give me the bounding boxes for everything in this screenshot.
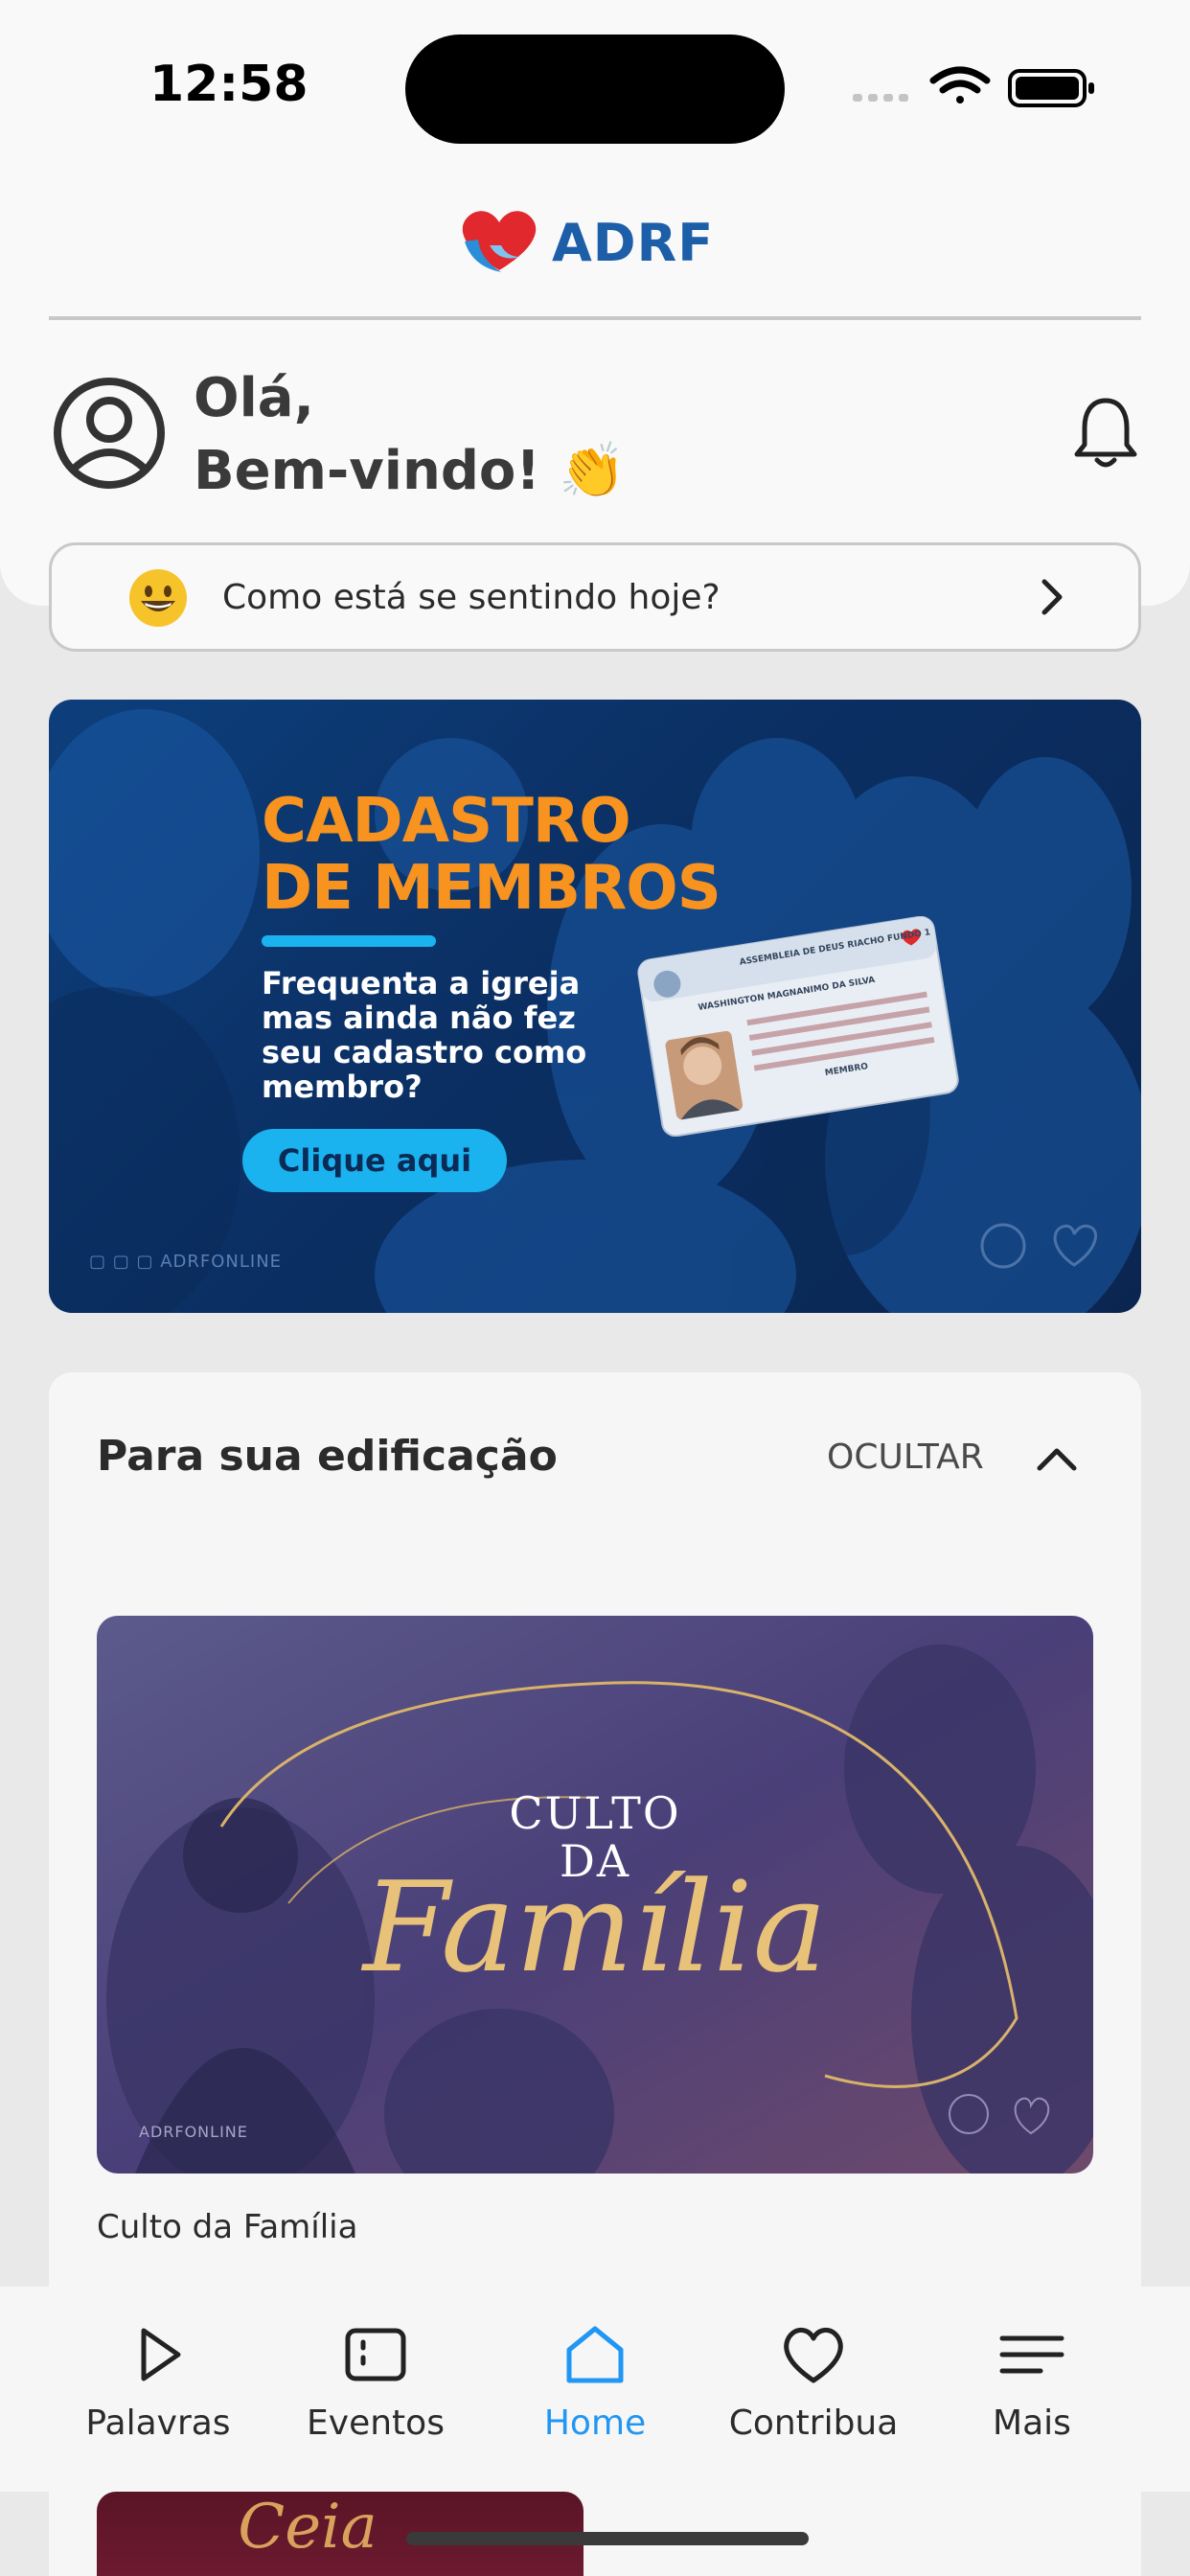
smiley-emoji-icon <box>129 569 187 627</box>
thumb-script: Família <box>361 1854 827 2000</box>
video-caption[interactable]: Culto da Família <box>97 2208 357 2246</box>
heart-icon <box>784 2328 843 2383</box>
tab-label: Eventos <box>307 2404 445 2443</box>
header-divider <box>49 316 1141 320</box>
banner-title: CADASTRO DE MEMBROS <box>262 788 721 922</box>
banner-subtitle: Frequenta a igreja mas ainda não fez seu… <box>262 965 587 1105</box>
section-title: Para sua edificação <box>97 1432 558 1481</box>
greeting: Olá, Bem-vindo! 👏 <box>194 362 626 508</box>
logo-text: ADRF <box>552 213 715 273</box>
chevron-right-icon <box>1041 579 1063 615</box>
video-thumbnail-culto-familia[interactable]: CULTO DA Família ADRFONLINE <box>97 1616 1093 2174</box>
signal-icon <box>853 94 908 102</box>
greeting-line1: Olá, <box>194 367 314 429</box>
tab-label: Palavras <box>85 2404 231 2443</box>
bottom-tab-bar: Palavras Eventos Home Contribua Mais <box>0 2287 1190 2492</box>
tab-home[interactable]: Home <box>486 2321 704 2465</box>
header: 12:58 ADRF Olá, Bem-vindo! 👏 <box>0 0 1190 606</box>
status-time: 12:58 <box>149 56 309 113</box>
tab-label: Contribua <box>728 2404 899 2443</box>
home-indicator[interactable] <box>406 2532 809 2545</box>
heart-logo-icon <box>462 211 537 272</box>
banner-social-text: ADRFONLINE <box>160 1252 283 1272</box>
tab-label: Mais <box>993 2404 1071 2443</box>
status-icons <box>853 66 1094 107</box>
banner-underline <box>262 935 436 947</box>
culto-familia-artwork: CULTO DA Família ADRFONLINE <box>97 1616 1093 2174</box>
home-icon <box>566 2326 624 2383</box>
thumb-line1: CULTO <box>509 1787 680 1839</box>
tab-contribua[interactable]: Contribua <box>704 2321 923 2465</box>
thumb-social: ADRFONLINE <box>139 2123 248 2141</box>
bell-icon[interactable] <box>1071 395 1140 472</box>
mood-prompt-button[interactable]: Como está se sentindo hoje? <box>49 542 1141 652</box>
greeting-line2: Bem-vindo! 👏 <box>194 440 627 502</box>
wifi-icon <box>929 66 991 104</box>
adrf-logo: ADRF <box>451 203 739 280</box>
mood-prompt-text: Como está se sentindo hoje? <box>222 578 721 617</box>
events-icon <box>345 2328 406 2381</box>
social-icons: ▢ ▢ ▢ <box>89 1252 161 1272</box>
tab-label: Home <box>543 2404 647 2443</box>
hide-section-button[interactable]: OCULTAR <box>827 1438 984 1477</box>
next-thumb-script: Ceia <box>238 2492 377 2563</box>
banner-cta-button[interactable]: Clique aqui <box>242 1129 507 1192</box>
banner-title-line1: CADASTRO <box>262 786 631 857</box>
tab-palavras[interactable]: Palavras <box>49 2321 267 2465</box>
play-icon <box>141 2328 181 2381</box>
member-registration-banner[interactable]: CADASTRO DE MEMBROS Frequenta a igreja m… <box>49 700 1141 1313</box>
member-id-card-image: ASSEMBLEIA DE DEUS RIACHO FUNDO 1 WASHIN… <box>637 916 959 1137</box>
menu-icon <box>999 2335 1064 2374</box>
battery-icon <box>1008 69 1094 107</box>
chevron-up-icon[interactable] <box>1032 1434 1082 1484</box>
dynamic-island <box>405 34 785 144</box>
tab-mais[interactable]: Mais <box>923 2321 1141 2465</box>
banner-title-line2: DE MEMBROS <box>262 853 721 924</box>
tab-eventos[interactable]: Eventos <box>266 2321 485 2465</box>
banner-social-handle: ▢ ▢ ▢ ADRFONLINE <box>89 1252 282 1272</box>
avatar-icon[interactable] <box>52 376 167 491</box>
